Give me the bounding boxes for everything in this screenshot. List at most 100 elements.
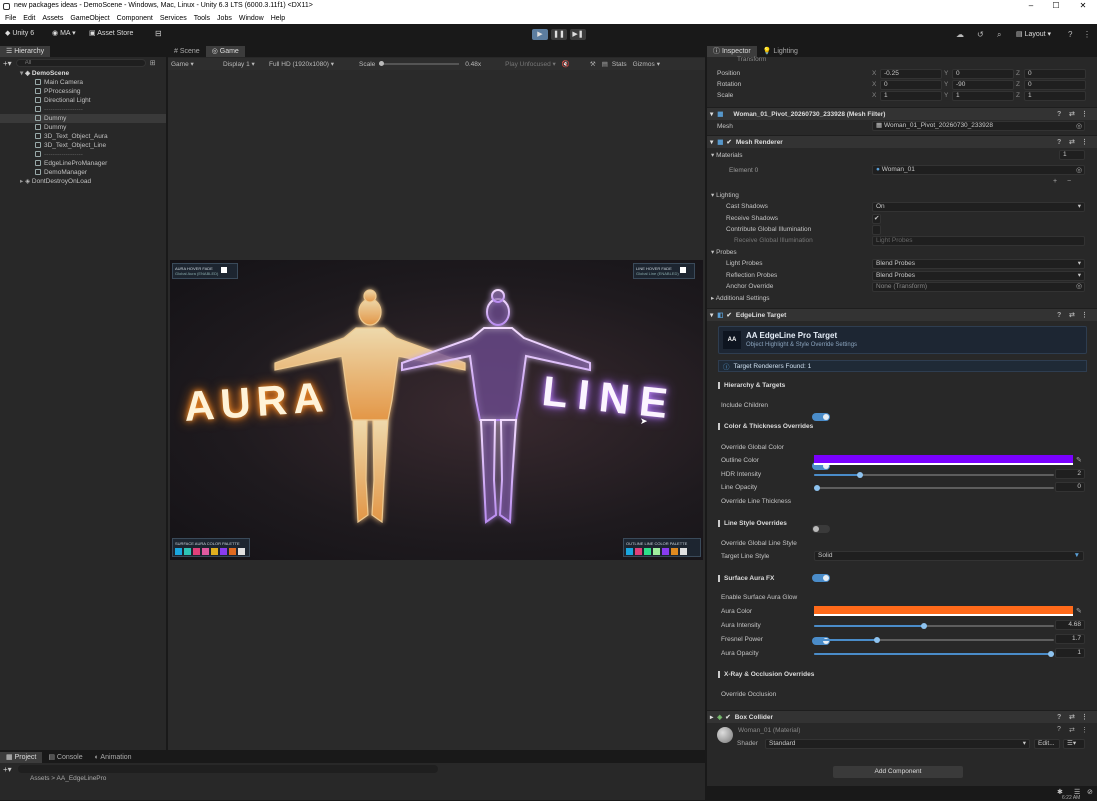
hdr-slider-knob[interactable] [857, 472, 863, 478]
eyedropper-icon[interactable]: ✎ [1076, 456, 1082, 464]
step-button[interactable]: ▶❚ [570, 29, 586, 40]
outline-color-swatch[interactable] [814, 455, 1073, 465]
materials-foldout[interactable]: ▾ Materials [711, 150, 742, 161]
hierarchy-item[interactable]: Directional Light [0, 96, 166, 105]
dont-destroy-row[interactable]: ▸ ◈ DontDestroyOnLoad [0, 177, 166, 186]
remove-material-button[interactable]: − [1067, 178, 1071, 185]
game-mode-dropdown[interactable]: Game ▾ [171, 60, 215, 68]
palette-swatch[interactable] [229, 548, 236, 555]
component-menu-icon[interactable]: ⋮ [1081, 136, 1088, 149]
game-render[interactable]: AURA LINE AURA HOVER FADE Global Aura (E… [170, 260, 703, 560]
rotation-z-field[interactable]: 0 [1024, 80, 1086, 90]
hierarchy-item[interactable]: 3D_Text_Object_Aura [0, 132, 166, 141]
add-component-button[interactable]: Add Component [833, 766, 963, 778]
hierarchy-item[interactable]: 3D_Text_Object_Line [0, 141, 166, 150]
mesh-filter-header[interactable]: ▾ ▦ Woman_01_Pivot_20260730_233928 (Mesh… [707, 107, 1097, 120]
menu-file[interactable]: File [5, 15, 16, 22]
help-icon[interactable]: ? [1057, 711, 1061, 724]
preset-icon[interactable]: ⇄ [1069, 711, 1075, 724]
audio-mute-icon[interactable]: 🔇 [562, 60, 570, 68]
palette-swatch[interactable] [644, 548, 651, 555]
material-picker-icon[interactable]: ◎ [1076, 166, 1082, 174]
preset-icon[interactable]: ⇄ [1069, 726, 1075, 734]
hud-aura-hover[interactable]: AURA HOVER FADE Global Aura (ENABLED) [172, 263, 238, 279]
cast-shadows-dropdown[interactable]: On ▾ [872, 202, 1085, 212]
cloud-icon[interactable]: ☁ [956, 30, 964, 39]
project-breadcrumb[interactable]: Assets > AA_EdgeLinePro [0, 775, 705, 782]
history-icon[interactable]: ↺ [977, 30, 984, 39]
fresnel-power-slider[interactable] [814, 637, 1054, 643]
pause-button[interactable]: ❚❚ [551, 29, 567, 40]
scene-row[interactable]: ▾ ◈ DemoScene [0, 69, 166, 78]
sync-icon[interactable]: ⊘ [1087, 788, 1093, 796]
additional-settings-foldout[interactable]: ▸ Additional Settings [711, 293, 770, 304]
edgeline-target-header[interactable]: ▾ ◧ ✔ EdgeLine Target ? ⇄ ⋮ [707, 308, 1097, 321]
hdr-intensity-slider[interactable] [814, 472, 1054, 478]
fresnel-knob[interactable] [874, 637, 880, 643]
mesh-field[interactable]: ▦ Woman_01_Pivot_20260730_233928 [872, 121, 1085, 131]
contribute-gi-checkbox[interactable] [872, 225, 881, 235]
menu-tools[interactable]: Tools [194, 15, 210, 22]
rotation-y-field[interactable]: -90 [952, 80, 1014, 90]
shader-options-button[interactable]: ☰▾ [1063, 739, 1085, 749]
palette-swatch[interactable] [220, 548, 227, 555]
aura-intensity-slider[interactable] [814, 623, 1054, 629]
mesh-picker-icon[interactable]: ◎ [1076, 122, 1082, 130]
palette-swatch[interactable] [662, 548, 669, 555]
component-menu-icon[interactable]: ⋮ [1081, 711, 1088, 724]
menu-component[interactable]: Component [117, 15, 153, 22]
scale-slider-knob[interactable] [379, 61, 385, 66]
materials-count[interactable]: 1 [1059, 150, 1085, 160]
search-icon[interactable]: ⌕ [997, 30, 1001, 40]
project-add-icon[interactable]: +▾ [3, 765, 12, 774]
layout-dropdown[interactable]: ▤ Layout ▾ [1016, 30, 1051, 38]
menu-more-icon[interactable]: ⋮ [1083, 30, 1091, 39]
position-z-field[interactable]: 0 [1024, 69, 1086, 79]
lighting-foldout[interactable]: ▾ Lighting [711, 190, 739, 201]
hierarchy-item[interactable]: EdgeLineProManager [0, 159, 166, 168]
palette-swatch[interactable] [626, 548, 633, 555]
project-search-input[interactable] [17, 765, 438, 773]
play-unfocused-dropdown[interactable]: Play Unfocused ▾ [505, 60, 556, 68]
mesh-renderer-header[interactable]: ▾ ▦ ✔ Mesh Renderer ? ⇄ ⋮ [707, 135, 1097, 148]
target-style-dropdown[interactable]: Solid ▼ [814, 551, 1084, 561]
stats-button[interactable]: Stats [612, 61, 627, 68]
minimize-button[interactable]: – [1019, 1, 1043, 10]
enabled-checkbox[interactable]: ✔ [725, 711, 730, 724]
position-y-field[interactable]: 0 [952, 69, 1014, 79]
asset-store-button[interactable]: ▣ Asset Store [89, 29, 133, 37]
receive-shadows-checkbox[interactable]: ✔ [872, 214, 881, 224]
hierarchy-item[interactable]: PProcessing [0, 87, 166, 96]
scale-z-field[interactable]: 1 [1024, 91, 1086, 101]
override-thickness-toggle[interactable] [812, 525, 830, 533]
line-opacity-knob[interactable] [814, 485, 820, 491]
box-collider-header[interactable]: ▸ ◈ ✔ Box Collider ? ⇄ ⋮ [707, 710, 1097, 723]
aura-color-swatch[interactable] [814, 606, 1073, 616]
close-button[interactable]: ✕ [1071, 1, 1095, 10]
help-icon[interactable]: ? [1068, 30, 1072, 39]
component-menu-icon[interactable]: ⋮ [1081, 108, 1088, 121]
hierarchy-item[interactable]: Dummy [0, 123, 166, 132]
hierarchy-item[interactable]: DemoManager [0, 168, 166, 177]
component-menu-icon[interactable]: ⋮ [1081, 309, 1088, 322]
add-material-button[interactable]: + [1053, 178, 1057, 185]
palette-swatch[interactable] [238, 548, 245, 555]
menu-services[interactable]: Services [160, 15, 187, 22]
shader-dropdown[interactable]: Standard ▾ [765, 739, 1030, 749]
position-x-field[interactable]: -0.25 [880, 69, 942, 79]
rotation-x-field[interactable]: 0 [880, 80, 942, 90]
palette-swatch[interactable] [671, 548, 678, 555]
light-probes-dropdown[interactable]: Blend Probes ▾ [872, 259, 1085, 269]
palette-swatch[interactable] [193, 548, 200, 555]
include-children-toggle[interactable] [812, 413, 830, 421]
probes-foldout[interactable]: ▾ Probes [711, 247, 737, 258]
help-icon[interactable]: ? [1057, 726, 1061, 733]
add-icon[interactable]: +▾ [3, 59, 12, 68]
element0-field[interactable]: ● Woman_01 [872, 165, 1085, 175]
palette-swatch[interactable] [211, 548, 218, 555]
hierarchy-item[interactable]: ------------------ [0, 105, 166, 114]
hierarchy-search-input[interactable] [15, 59, 146, 67]
menu-gameobject[interactable]: GameObject [70, 15, 109, 22]
hierarchy-item[interactable]: Main Camera [0, 78, 166, 87]
hierarchy-item[interactable]: ------------------ [0, 150, 166, 159]
